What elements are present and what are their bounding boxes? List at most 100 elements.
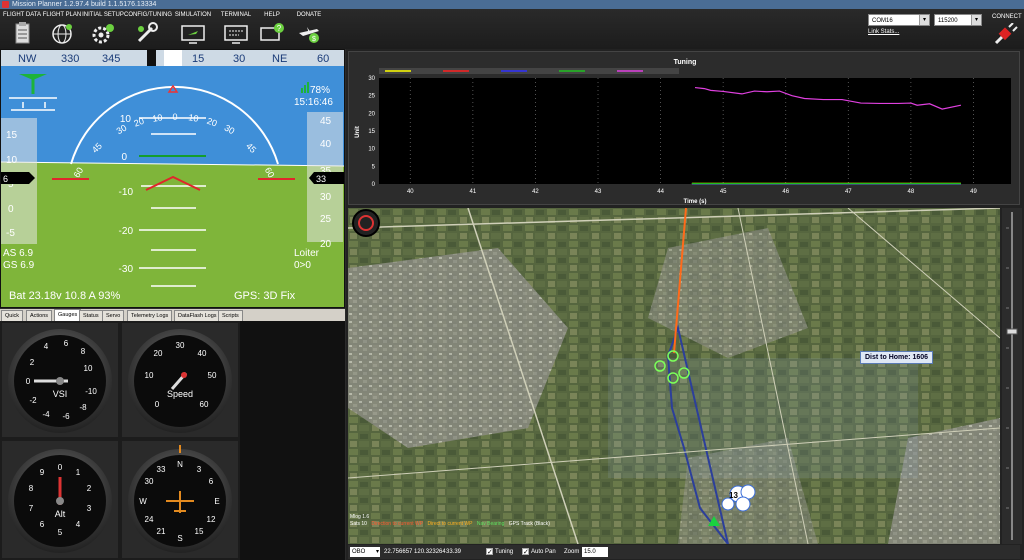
pitch-label: 10 bbox=[120, 114, 132, 125]
alt-tick: 30 bbox=[320, 192, 332, 203]
tuning-graph: Tuning 0 5 10 15 20 25 30 40 41 42 43 44 45 46 47 48 49… bbox=[348, 51, 1020, 205]
vsi-gauge: 10 8 6 4 2 0 -2 -4 -6 -8 -10 VSI bbox=[2, 323, 118, 437]
map-legend-line: Nav Bearing bbox=[476, 521, 505, 527]
tab-dataflash-logs[interactable]: DataFlash Logs bbox=[174, 310, 221, 321]
window-title: Mission Planner 1.2.97.4 build 1.1.5176.… bbox=[12, 1, 157, 8]
compass-tick: S bbox=[177, 534, 182, 543]
zoom-slider-track bbox=[1006, 212, 1018, 540]
speed-current: 6 bbox=[3, 174, 8, 184]
alt-tick: 40 bbox=[320, 139, 332, 150]
menu-donate[interactable]: DONATE $ bbox=[290, 11, 328, 49]
tab-scripts[interactable]: Scripts bbox=[218, 310, 243, 321]
tab-telemetry-logs[interactable]: Telemetry Logs bbox=[127, 310, 173, 321]
menu-help[interactable]: HELP ? bbox=[256, 11, 288, 49]
zoom-slider[interactable] bbox=[1002, 208, 1022, 544]
heading-label: NW bbox=[18, 53, 37, 65]
help-monitor-icon: ? bbox=[260, 23, 284, 41]
speed-gauge-tick: 20 bbox=[154, 349, 163, 358]
map-legend-line: Direction to current WP bbox=[371, 521, 424, 527]
speed-gauge-tick: 0 bbox=[155, 400, 160, 409]
y-tick-label: 5 bbox=[372, 164, 376, 170]
port-select[interactable]: COM16 ▾ bbox=[868, 14, 930, 26]
vsi-tick: 10 bbox=[84, 364, 93, 373]
tab-servo[interactable]: Servo bbox=[102, 310, 125, 321]
y-tick-label: 30 bbox=[368, 76, 375, 82]
menu-flight-data[interactable]: FLIGHT DATA bbox=[2, 11, 42, 49]
speed-gauge-label: Speed bbox=[167, 389, 193, 399]
vsi-tick: -4 bbox=[42, 410, 50, 419]
alt-gauge-tick: 6 bbox=[40, 520, 45, 529]
compass-tick: 33 bbox=[157, 465, 166, 474]
pitch-label: -20 bbox=[119, 226, 134, 237]
alt-gauge-tick: 1 bbox=[76, 468, 81, 477]
zoom-label: Zoom bbox=[564, 549, 580, 555]
monitor-plane-icon bbox=[181, 25, 205, 44]
compass-tick: N bbox=[177, 460, 183, 469]
clipboard-icon bbox=[15, 22, 30, 44]
map-view[interactable]: 13 Dist to Home: 1606 Mlog 1.6 Sats 10 D… bbox=[348, 208, 1000, 544]
alt-gauge: 0 1 2 3 4 5 6 7 8 9 Alt bbox=[2, 441, 118, 558]
roll-label: 0 bbox=[172, 112, 177, 122]
window-title-bar: Mission Planner 1.2.97.4 build 1.1.5176.… bbox=[0, 0, 1024, 9]
map-legend-line: Mlog 1.6 bbox=[350, 514, 370, 520]
artificial-horizon: NW 330 345 0 15 30 NE 60 60 45 30 20 10 … bbox=[1, 50, 344, 307]
baud-select[interactable]: 115200 ▾ bbox=[934, 14, 982, 26]
heading-label: NE bbox=[272, 53, 287, 65]
tab-quick[interactable]: Quick bbox=[1, 310, 24, 321]
menu-flight-plan[interactable]: FLIGHT PLAN bbox=[42, 11, 82, 49]
satellite-map[interactable]: 13 bbox=[348, 208, 1000, 544]
x-tick-label: 40 bbox=[407, 189, 414, 195]
tab-actions[interactable]: Actions bbox=[26, 310, 53, 321]
chevron-down-icon: ▾ bbox=[375, 549, 379, 555]
connect-plug-icon[interactable] bbox=[992, 23, 1018, 47]
dist-to-home-label: Dist to Home: 1606 bbox=[860, 351, 934, 364]
map-legend-line: GPS Track (Black) bbox=[508, 521, 550, 527]
chart-title: Tuning bbox=[674, 59, 697, 66]
menu-simulation[interactable]: SIMULATION bbox=[170, 11, 216, 49]
waypoint-count: 13 bbox=[729, 491, 738, 500]
gps-status: GPS: 3D Fix bbox=[234, 290, 296, 302]
position-alt: 33.39 bbox=[446, 549, 462, 555]
map-legend-line: Sats 10 bbox=[350, 521, 367, 527]
vsi-tick: -8 bbox=[79, 403, 87, 412]
flight-data-tabs: Quick Actions Gauges Status Servo Teleme… bbox=[0, 309, 345, 321]
compass-tick: 30 bbox=[145, 477, 154, 486]
speed-tick: 0 bbox=[8, 204, 14, 215]
x-tick-label: 46 bbox=[782, 189, 789, 195]
speed-gauge-tick: 60 bbox=[200, 400, 209, 409]
vsi-tick: -2 bbox=[29, 396, 37, 405]
zoom-slider-handle[interactable] bbox=[1006, 328, 1018, 335]
map-legend-line: Direct to current WP bbox=[427, 521, 473, 527]
alt-gauge-tick: 3 bbox=[87, 504, 92, 513]
speed-tick: 15 bbox=[6, 130, 18, 141]
pitch-label: -10 bbox=[119, 187, 134, 198]
chevron-down-icon: ▾ bbox=[919, 15, 929, 25]
tab-status[interactable]: Status bbox=[79, 310, 103, 321]
compass-tick: E bbox=[214, 497, 219, 506]
globe-icon bbox=[52, 24, 72, 44]
hud-panel: NW 330 345 0 15 30 NE 60 60 45 30 20 10 … bbox=[0, 49, 345, 308]
tab-gauges[interactable]: Gauges bbox=[54, 309, 82, 321]
map-selector[interactable]: OBO ▾ bbox=[350, 547, 380, 557]
autopan-checkbox[interactable]: Auto Pan bbox=[522, 545, 556, 560]
heading-label: 30 bbox=[233, 53, 245, 65]
map-status-strip: OBO ▾ 22.756657 120.323264 33.39 Tuning … bbox=[348, 545, 1020, 560]
pitch-label: 0 bbox=[121, 152, 127, 163]
y-tick-label: 15 bbox=[368, 129, 375, 135]
menu-terminal[interactable]: TERMINAL bbox=[216, 11, 256, 49]
menu-config-tuning[interactable]: CONFIG/TUNING bbox=[124, 11, 172, 49]
position-coords: 22.756657 120.323264 bbox=[384, 549, 446, 555]
menu-initial-setup[interactable]: INITIAL SETUP bbox=[82, 11, 124, 49]
x-tick-label: 48 bbox=[908, 189, 915, 195]
mission-planner-window: Mission Planner 1.2.97.4 build 1.1.5176.… bbox=[0, 0, 1024, 560]
x-tick-label: 49 bbox=[970, 189, 977, 195]
link-stats-link[interactable]: Link Stats... bbox=[868, 29, 899, 35]
gauges-panel: 10 8 6 4 2 0 -2 -4 -6 -8 -10 VSI 0 10 20… bbox=[0, 321, 345, 560]
alt-tick: 20 bbox=[320, 239, 332, 250]
y-tick-label: 25 bbox=[368, 94, 375, 100]
alt-gauge-tick: 5 bbox=[58, 528, 63, 537]
vsi-tick: 8 bbox=[81, 347, 86, 356]
zoom-input[interactable]: 15.0 bbox=[582, 547, 608, 557]
tuning-checkbox[interactable]: Tuning bbox=[486, 545, 513, 560]
compass-tick: W bbox=[139, 497, 147, 506]
